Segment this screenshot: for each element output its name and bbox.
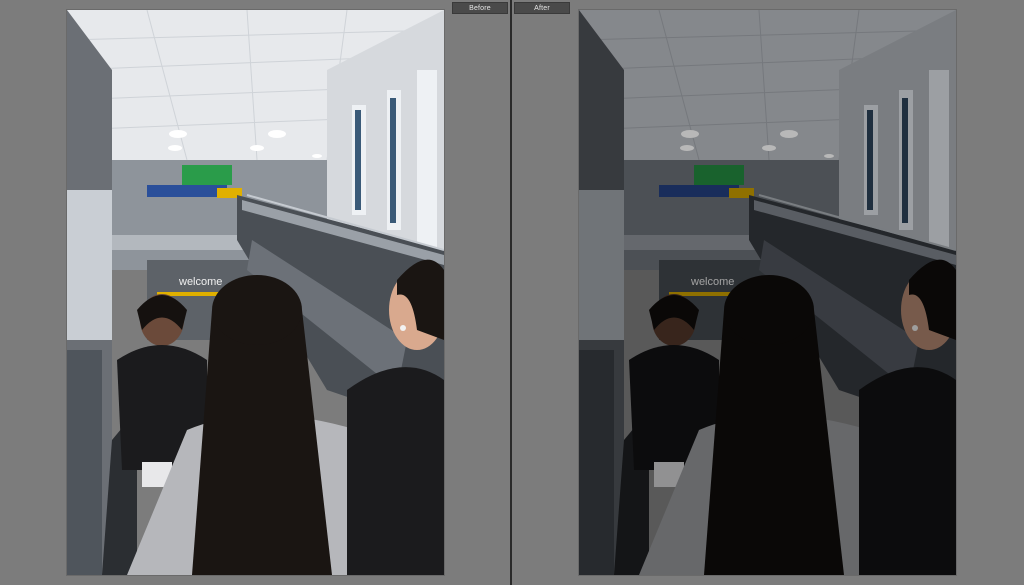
before-label: Before — [452, 2, 508, 14]
after-photo[interactable]: welcome — [579, 10, 956, 575]
welcome-sign-text: welcome — [690, 276, 734, 288]
welcome-sign-text: welcome — [178, 276, 222, 288]
photo-scene-icon: welcome — [579, 10, 956, 575]
before-after-compare-view: Before After welcome welcome — [0, 0, 1024, 585]
after-label: After — [514, 2, 570, 14]
before-photo[interactable]: welcome — [67, 10, 444, 575]
photo-scene-icon: welcome — [67, 10, 444, 575]
